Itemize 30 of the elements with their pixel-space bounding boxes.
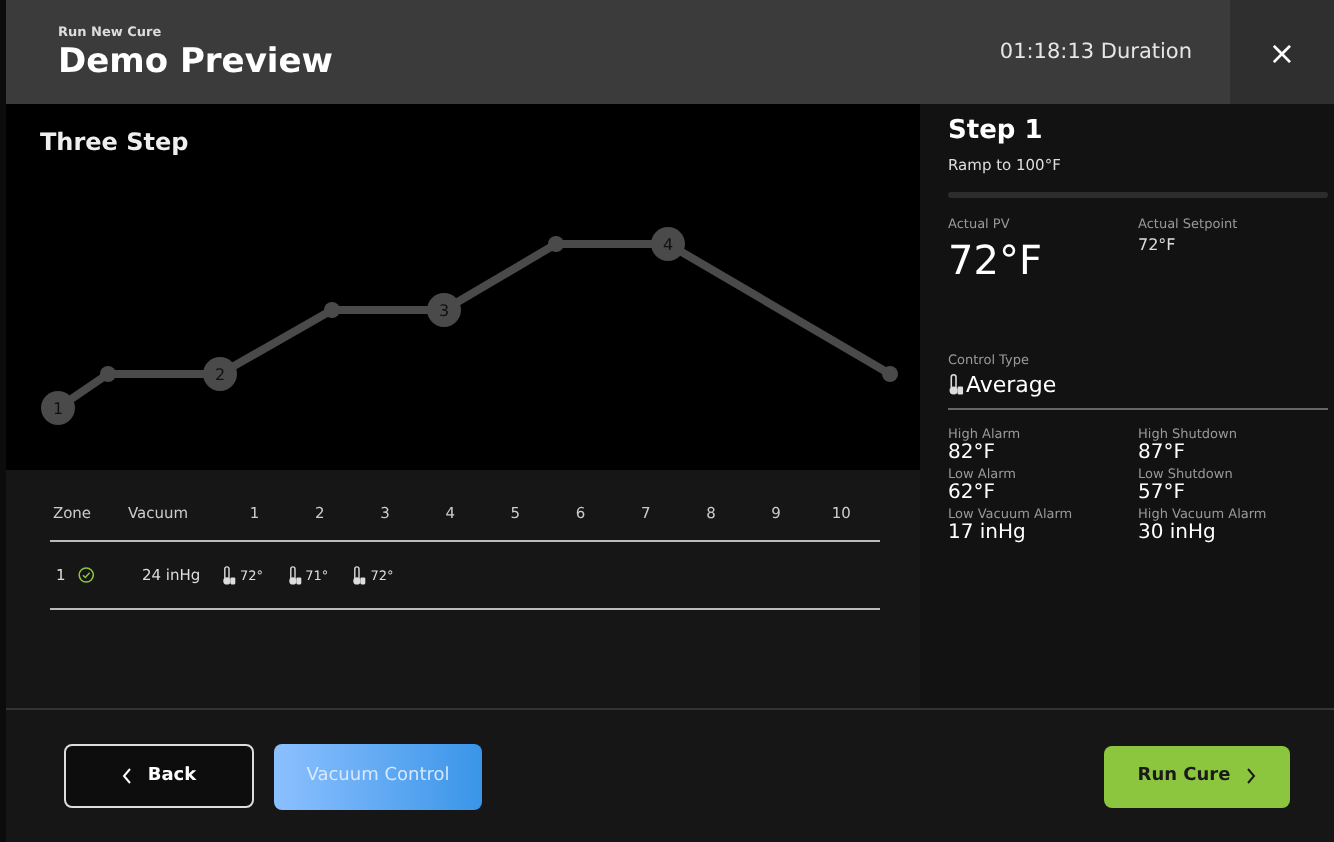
chevron-right-icon [1246, 768, 1257, 784]
profile-point [882, 366, 898, 382]
close-button[interactable]: × [1230, 0, 1334, 104]
thermometer-icon [352, 565, 367, 585]
step-marker: 3 [427, 293, 461, 327]
step-marker: 2 [203, 357, 237, 391]
profile-title: Three Step [38, 126, 191, 160]
limit-value: 87°F [1138, 442, 1187, 464]
limit-value: 82°F [948, 442, 997, 464]
step-marker: 4 [651, 227, 685, 261]
chevron-left-icon [121, 768, 132, 784]
limit-value: 57°F [1138, 482, 1187, 504]
control-type-value: Average [966, 372, 1057, 398]
setpoint-value: 72°F [1138, 236, 1178, 254]
step-marker: 1 [41, 391, 75, 425]
thermometer-icon [948, 374, 964, 396]
profile-point [548, 236, 564, 252]
profile-point [100, 366, 116, 382]
run-cure-button[interactable]: Run Cure [1104, 745, 1290, 807]
limit-value: 62°F [948, 482, 997, 504]
step-title: Step 1 [948, 116, 1045, 146]
profile-point [324, 302, 340, 318]
limit-value: 30 inHg [1138, 522, 1218, 544]
back-button[interactable]: Back [64, 744, 254, 808]
thermometer-icon [287, 565, 302, 585]
duration-text: 01:18:13 Duration [999, 40, 1194, 64]
thermometer-icon [222, 565, 236, 585]
screen-title: Demo Preview [58, 41, 335, 81]
actual-pv-value: 72°F [948, 236, 1044, 284]
limit-value: 17 inHg [948, 522, 1028, 544]
